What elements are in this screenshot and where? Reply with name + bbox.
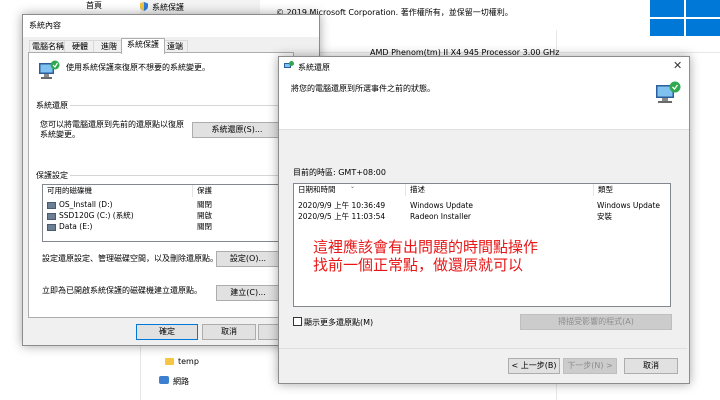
annotation-text: 這裡應該會有出問題的時間點操作: [313, 238, 539, 256]
back-button[interactable]: < 上一步(B): [508, 358, 560, 374]
sort-chevron-icon: ⌄: [350, 183, 356, 190]
breadcrumb: 首頁 系統保護: [86, 0, 260, 15]
folder-icon: [165, 358, 174, 365]
shield-icon: [140, 2, 148, 11]
cancel-button[interactable]: 取消: [202, 324, 256, 340]
divider: [70, 105, 284, 106]
restore-description: 您可以將電腦還原到先前的還原點以復原系統變更。: [40, 120, 184, 139]
drive-icon: [47, 224, 56, 231]
breadcrumb-system-protection[interactable]: 系統保護: [152, 2, 184, 13]
tab-system-protection[interactable]: 系統保護: [121, 38, 165, 54]
header-panel: 將您的電腦還原到所選事件之前的狀態。: [279, 77, 689, 130]
show-more-checkbox[interactable]: [293, 317, 302, 326]
nav-item-network[interactable]: 網路: [173, 376, 189, 387]
column-header[interactable]: 可用的磁碟機: [43, 185, 193, 197]
dialog-title: 系統內容: [29, 21, 61, 30]
drives-table: 可用的磁碟機 保護 OS_Install (D:) 關閉 SSD120G (C:…: [42, 184, 280, 242]
title-bar: 系統內容: [23, 15, 319, 37]
create-button[interactable]: 建立(C)...: [216, 285, 280, 301]
table-row[interactable]: Data (E:) 關閉: [43, 221, 279, 232]
intro-text: 使用系統保護來復原不想要的系統變更。: [66, 63, 210, 72]
table-row[interactable]: SSD120G (C:) (系統) 開啟: [43, 210, 279, 221]
protection-section-heading: 保護設定: [36, 171, 68, 180]
close-icon[interactable]: ✕: [673, 59, 682, 72]
heading-text: 將您的電腦還原到所選事件之前的狀態。: [291, 84, 435, 93]
breadcrumb-home[interactable]: 首頁: [86, 0, 102, 11]
drive-icon: [47, 202, 56, 209]
system-restore-button[interactable]: 系統還原(S)...: [192, 122, 282, 138]
create-description: 立即為已開啟系統保護的磁碟機建立還原點。: [42, 286, 202, 295]
configure-description: 設定還原設定、管理磁碟空間，以及刪除還原點。: [42, 254, 218, 263]
column-header[interactable]: 保護: [193, 185, 279, 197]
annotation-text: 找前一個正常點，做還原就可以: [313, 256, 524, 274]
dialog-title: 系統還原: [298, 63, 330, 72]
computer-restore-icon: [655, 81, 681, 105]
windows-logo-icon: [650, 0, 720, 36]
column-header[interactable]: 描述: [406, 184, 594, 196]
drive-icon: [47, 213, 56, 220]
show-more-label: 顯示更多還原點(M): [304, 318, 374, 327]
configure-button[interactable]: 設定(O)...: [216, 251, 280, 267]
table-row[interactable]: 2020/9/9 上午 10:36:49 Windows Update Wind…: [294, 200, 670, 211]
divider: [70, 175, 284, 176]
column-header[interactable]: 類型: [594, 184, 670, 196]
explorer-nav: temp 網路: [140, 340, 281, 400]
ok-button[interactable]: 確定: [136, 324, 198, 340]
apply-button[interactable]: [258, 324, 280, 340]
table-row[interactable]: 2020/9/5 上午 11:03:54 Radeon Installer 安裝: [294, 211, 670, 222]
network-icon: [159, 376, 169, 384]
nav-item-temp[interactable]: temp: [178, 357, 199, 366]
restore-section-heading: 系統還原: [36, 101, 68, 110]
computer-restore-icon: [38, 60, 60, 80]
system-restore-icon: [284, 61, 294, 71]
next-button[interactable]: 下一步(N) >: [563, 358, 617, 374]
scan-affected-programs-button[interactable]: 掃描受影響的程式(A): [520, 314, 672, 330]
timezone-label: 目前的時區: GMT+08:00: [293, 168, 386, 177]
cancel-button[interactable]: 取消: [624, 358, 678, 374]
title-bar: 系統還原 ✕: [279, 57, 689, 77]
table-row[interactable]: OS_Install (D:) 關閉: [43, 199, 279, 210]
divider: [279, 348, 687, 349]
